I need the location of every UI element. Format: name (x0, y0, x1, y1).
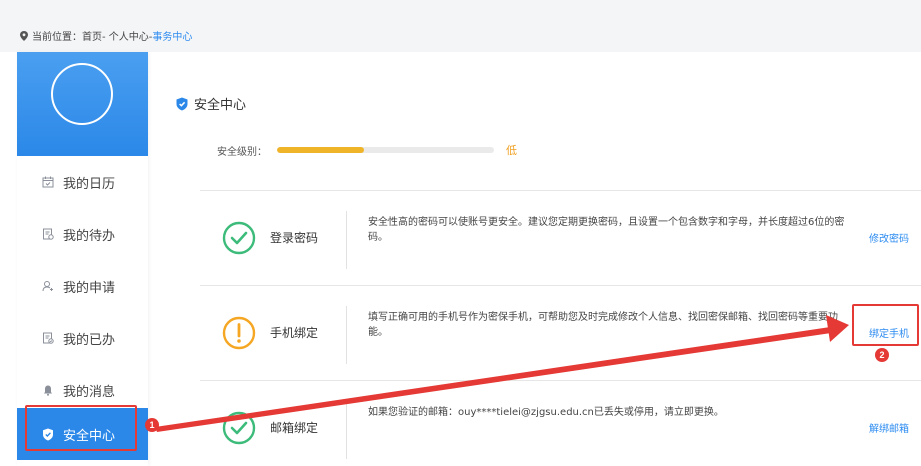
sidebar-item-done[interactable]: 我的已办 (17, 312, 148, 364)
sidebar-item-label: 我的消息 (63, 384, 116, 400)
security-card-phone: 手机绑定 填写正确可用的手机号作为密保手机，可帮助您及时完成修改个人信息、找回密… (200, 285, 921, 381)
check-circle-icon (222, 411, 256, 445)
shield-icon (176, 97, 188, 110)
security-level-fill (277, 147, 364, 153)
breadcrumb-bar: 当前位置： 首页- 个人中心- 事务中心 (0, 0, 921, 52)
sidebar-item-todo[interactable]: 我的待办 (17, 208, 148, 260)
card-title: 邮箱绑定 (270, 421, 319, 435)
sidebar-item-label: 我的日历 (63, 176, 116, 192)
main-content: 安全中心 安全级别： 低 登录密码 安全性高的密码可以使账号更安全。建议您定期更… (148, 52, 921, 466)
annotation-box-security (25, 405, 137, 451)
annotation-badge-2: 2 (875, 348, 889, 362)
sidebar-item-label: 我的申请 (63, 280, 116, 296)
security-level-bar (277, 147, 494, 153)
breadcrumb: 当前位置： 首页- 个人中心- 事务中心 (20, 28, 192, 43)
security-card-password: 登录密码 安全性高的密码可以使账号更安全。建议您定期更换密码，且设置一个包含数字… (200, 190, 921, 286)
sidebar-item-calendar[interactable]: 我的日历 (17, 156, 148, 208)
bell-icon (41, 383, 55, 397)
calendar-icon (41, 175, 55, 189)
page-title: 安全中心 (176, 94, 246, 113)
card-title: 手机绑定 (270, 326, 319, 340)
security-card-email: 邮箱绑定 如果您验证的邮箱：ouy****tielei@zjgsu.edu.cn… (200, 380, 921, 466)
card-description: 如果您验证的邮箱：ouy****tielei@zjgsu.edu.cn已丢失或停… (368, 407, 724, 418)
card-description: 填写正确可用的手机号作为密保手机，可帮助您及时完成修改个人信息、找回密保邮箱、找… (368, 312, 838, 338)
sidebar-item-label: 我的已办 (63, 332, 116, 348)
sidebar-item-apply[interactable]: 我的申请 (17, 260, 148, 312)
user-apply-icon (41, 279, 55, 293)
security-level-text: 低 (506, 144, 517, 157)
breadcrumb-prefix: 当前位置： (32, 32, 82, 43)
check-circle-icon (222, 221, 256, 255)
security-level-label: 安全级别： (217, 146, 267, 158)
sidebar: 我的日历 我的待办 我的申请 我的已办 我的消息 安全中心 (17, 52, 148, 466)
card-divider (346, 401, 347, 459)
warning-circle-icon (222, 316, 256, 350)
done-icon (41, 331, 55, 345)
card-title: 登录密码 (270, 231, 319, 245)
card-divider (346, 306, 347, 364)
avatar[interactable] (51, 63, 113, 125)
card-divider (346, 211, 347, 269)
security-level: 安全级别： 低 (217, 142, 517, 158)
location-pin-icon (20, 30, 28, 41)
todo-icon (41, 227, 55, 241)
page-title-text: 安全中心 (194, 98, 247, 113)
annotation-badge-1: 1 (145, 418, 159, 432)
profile-header (17, 52, 148, 156)
breadcrumb-path[interactable]: 首页- 个人中心- (82, 28, 152, 43)
unbind-email-link[interactable]: 解绑邮箱 (869, 420, 909, 435)
card-description: 安全性高的密码可以使账号更安全。建议您定期更换密码，且设置一个包含数字和字母，并… (368, 217, 845, 243)
breadcrumb-current[interactable]: 事务中心 (152, 28, 192, 43)
sidebar-item-label: 我的待办 (63, 228, 116, 244)
change-password-link[interactable]: 修改密码 (869, 230, 909, 245)
annotation-box-bind-phone (852, 304, 919, 346)
